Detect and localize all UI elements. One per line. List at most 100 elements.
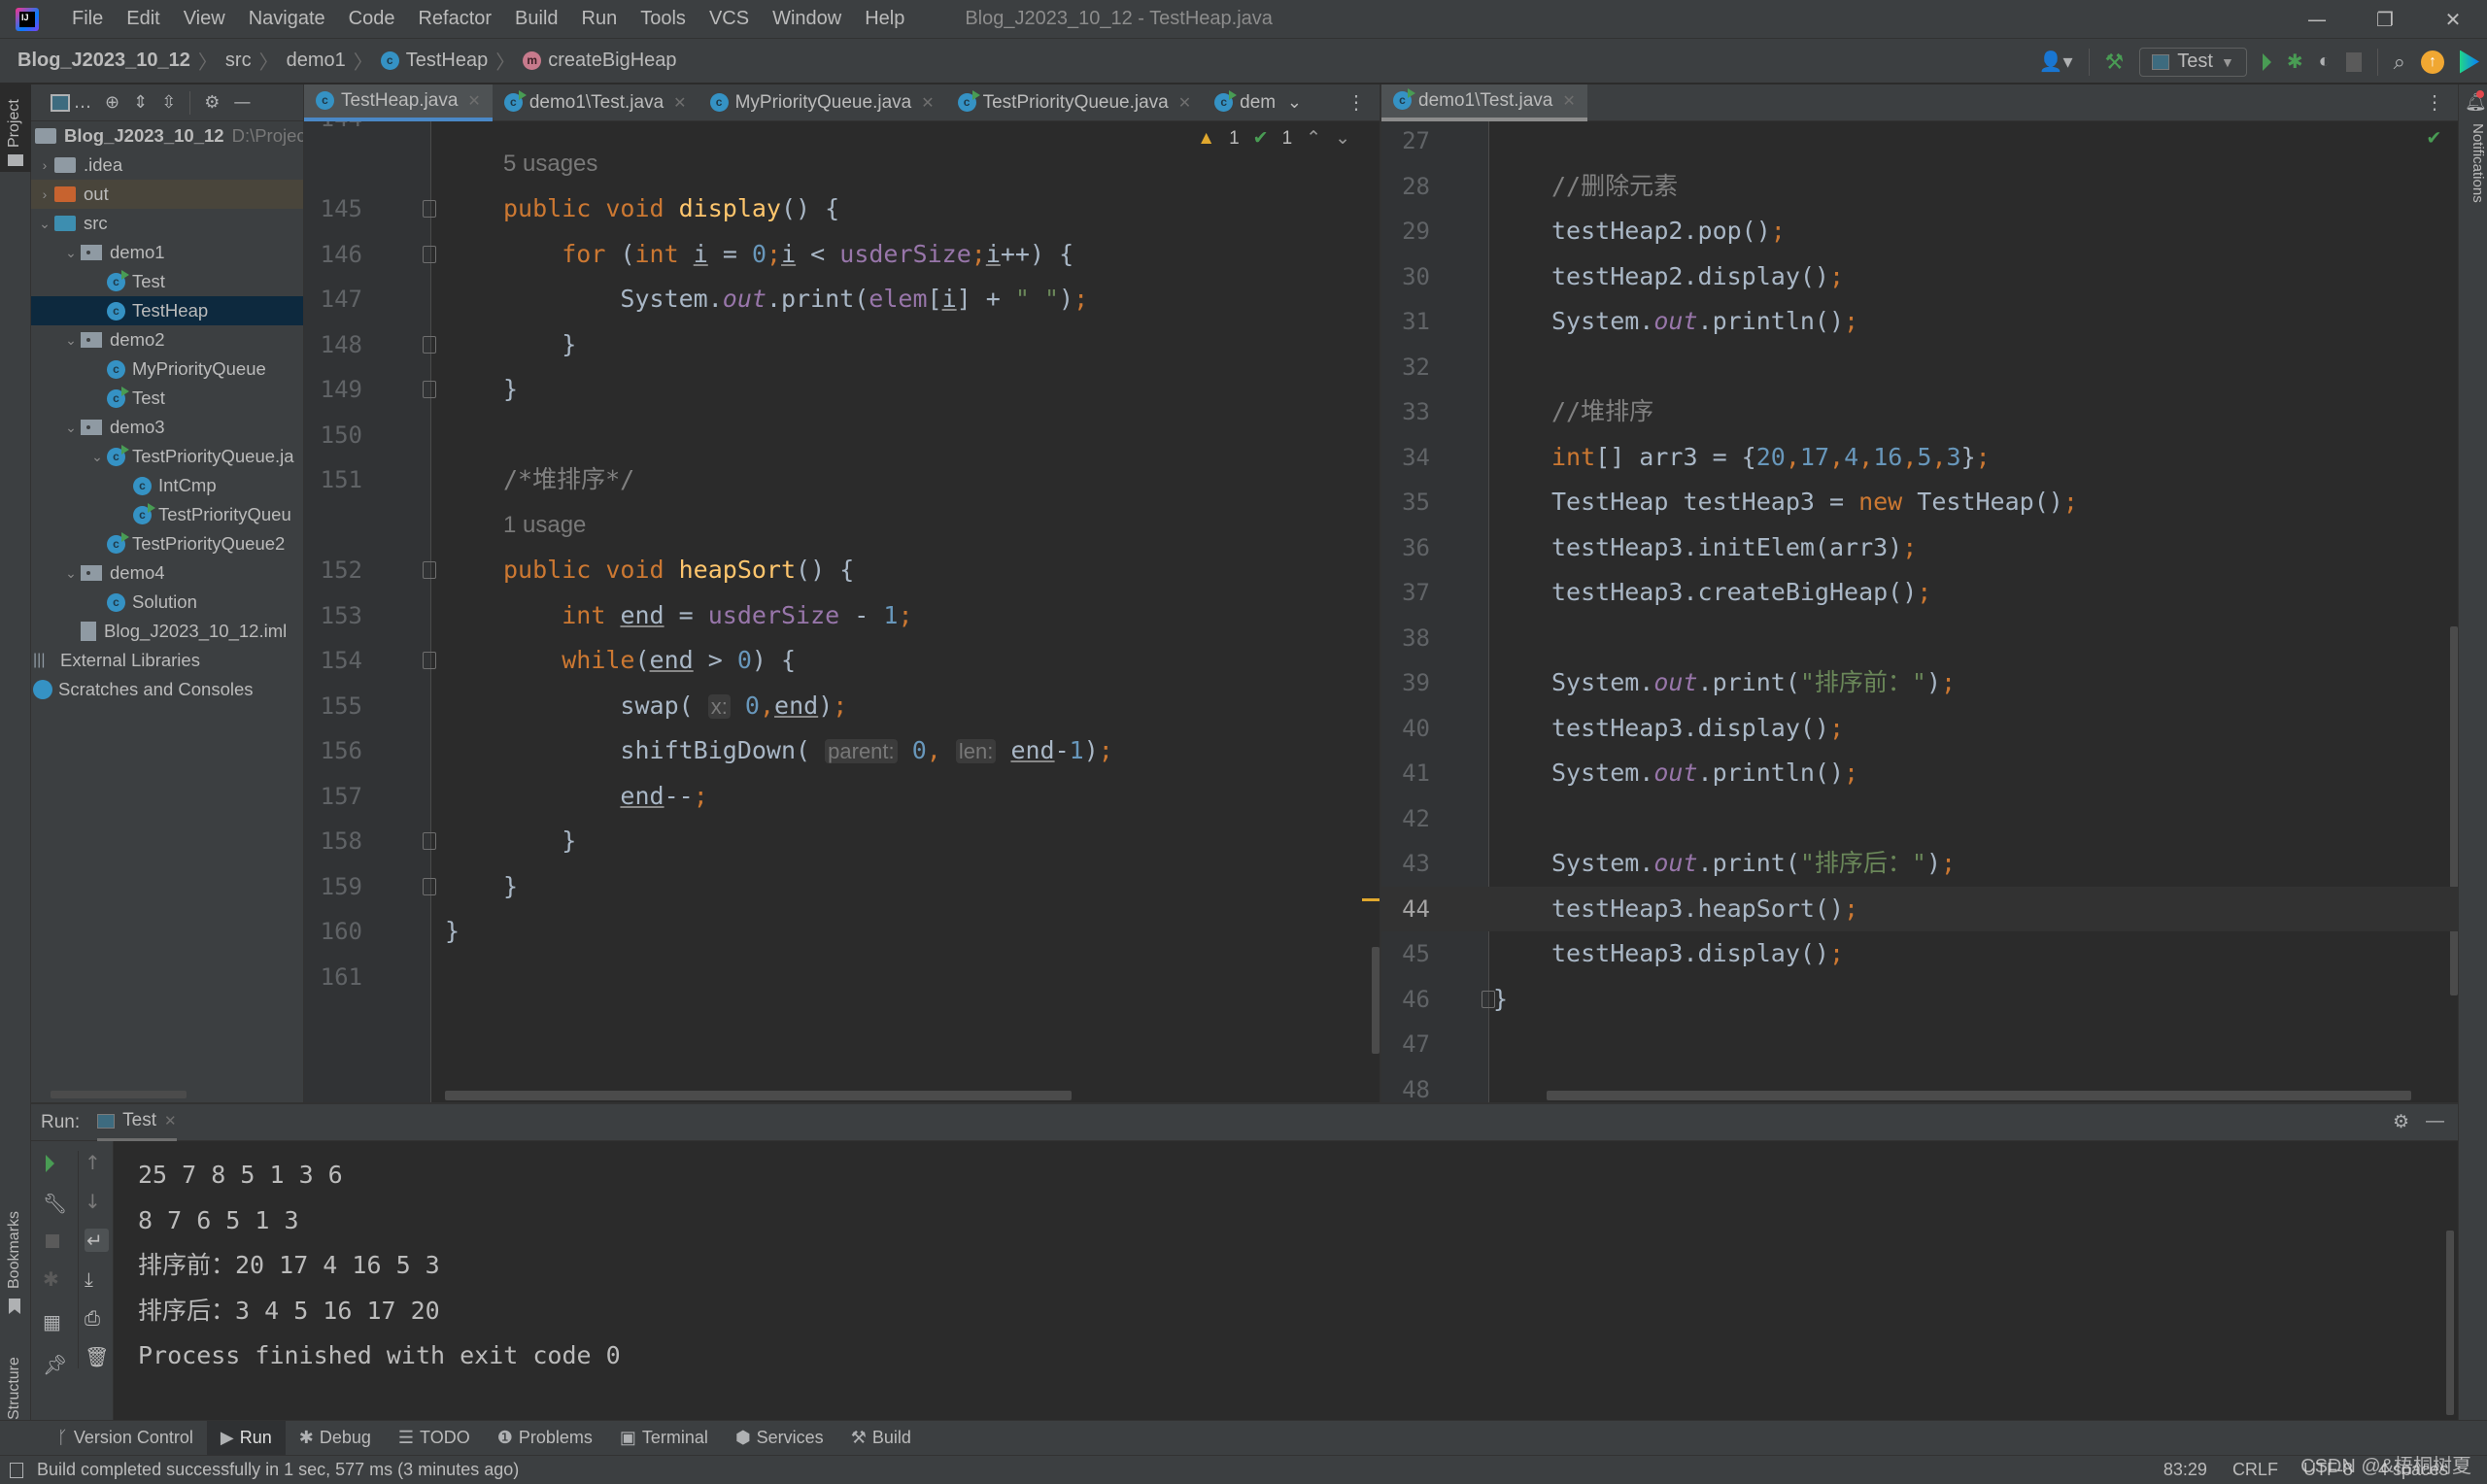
tree-node[interactable]: c Solution: [31, 588, 303, 617]
stop-icon[interactable]: [46, 1234, 59, 1248]
project-view-icon[interactable]: [51, 93, 70, 112]
code-text[interactable]: }: [503, 367, 518, 413]
menu-run[interactable]: Run: [570, 8, 630, 30]
pin-icon[interactable]: 📌︎: [43, 1353, 67, 1376]
fold-marker-icon[interactable]: [423, 652, 436, 669]
code-area-right[interactable]: ✔ 27 28//删除元素 29 testHeap2.pop(); 30 testHeap…: [1381, 121, 2458, 1102]
minimize-button[interactable]: —: [2283, 0, 2351, 39]
console-output[interactable]: 25 7 8 5 1 3 6 8 7 6 5 1 3 排序前：20 17 4 16 …: [114, 1141, 2458, 1420]
tool-tab-debug[interactable]: ✱ Debug: [286, 1421, 385, 1456]
tool-tab-run[interactable]: ▶ Run: [206, 1420, 286, 1456]
fold-marker-icon[interactable]: [423, 200, 436, 218]
close-tab-icon[interactable]: ✕: [467, 91, 480, 111]
fold-marker-icon[interactable]: [1482, 990, 1495, 1008]
code-area-left[interactable]: ▲1 ✔1 ⌃ ⌄ 1445 usages145public void disp…: [304, 121, 1380, 1102]
editor-tab[interactable]: c demo1\Test.java ✕: [493, 84, 698, 121]
run-configuration-select[interactable]: Test ▼: [2139, 47, 2247, 77]
tree-root[interactable]: Blog_J2023_10_12 D:\Project: [31, 121, 303, 151]
run-tab-test[interactable]: Test ✕: [97, 1104, 177, 1141]
code-text[interactable]: System.out.println();: [1551, 299, 1858, 345]
tree-node[interactable]: c Test: [31, 267, 303, 296]
code-text[interactable]: }: [445, 909, 460, 955]
layout-icon[interactable]: ▦: [43, 1310, 67, 1333]
line-ending[interactable]: CRLF: [2232, 1460, 2278, 1480]
code-text[interactable]: shiftBigDown( parent: 0, len: end-1);: [503, 728, 1112, 775]
tree-node[interactable]: ⌄ demo1: [31, 238, 303, 267]
code-text[interactable]: testHeap3.createBigHeap();: [1551, 570, 1931, 616]
tree-node[interactable]: ⌄ c TestPriorityQueue.ja: [31, 442, 303, 471]
chevron-right-icon[interactable]: ›: [35, 157, 54, 173]
code-text[interactable]: }: [1493, 977, 1508, 1023]
wrench-icon[interactable]: 🔧︎: [43, 1192, 67, 1215]
chevron-down-icon[interactable]: ⌄: [35, 216, 54, 232]
tree-node[interactable]: Blog_J2023_10_12.iml: [31, 617, 303, 646]
editor-tab[interactable]: c TestPriorityQueue.java ✕: [946, 84, 1204, 121]
breadcrumb-class[interactable]: c TestHeap: [380, 50, 488, 72]
editor-tab[interactable]: c MyPriorityQueue.java ✕: [698, 84, 946, 121]
code-text[interactable]: testHeap2.pop();: [1551, 209, 1786, 254]
code-text[interactable]: end--;: [503, 774, 707, 820]
tree-node[interactable]: ⌄ demo3: [31, 413, 303, 442]
print-icon[interactable]: ⎙: [85, 1306, 109, 1330]
caret-position[interactable]: 83:29: [2163, 1460, 2207, 1480]
tool-tab-services[interactable]: ⬢ Services: [722, 1421, 837, 1456]
code-text[interactable]: System.out.println();: [1551, 751, 1858, 796]
toggle-tool-windows-icon[interactable]: [10, 1462, 23, 1478]
notifications-label[interactable]: Notifications: [2470, 123, 2486, 203]
fold-marker-icon[interactable]: [423, 561, 436, 579]
more-options-icon[interactable]: ⋮: [1346, 90, 1366, 115]
code-text[interactable]: }: [503, 864, 518, 910]
code-text[interactable]: int end = usderSize - 1;: [503, 593, 912, 639]
code-text[interactable]: testHeap3.display();: [1551, 931, 1844, 977]
build-hammer-icon[interactable]: ⚒: [2105, 50, 2125, 75]
jetbrains-toolbox-icon[interactable]: [2460, 50, 2479, 74]
tree-node[interactable]: c Test: [31, 384, 303, 413]
close-tab-icon[interactable]: ✕: [1562, 91, 1575, 111]
menu-navigate[interactable]: Navigate: [237, 8, 337, 30]
show-hidden-tabs-chevron-icon[interactable]: ⌄: [1287, 92, 1302, 113]
code-text[interactable]: TestHeap testHeap3 = new TestHeap();: [1551, 480, 2078, 525]
code-text[interactable]: }: [503, 322, 576, 368]
tool-tab-build[interactable]: ⚒ Build: [837, 1421, 925, 1456]
tree-node[interactable]: c TestHeap: [31, 296, 303, 325]
fold-marker-icon[interactable]: [423, 877, 436, 895]
coverage-icon[interactable]: ◐: [2319, 51, 2331, 73]
usages-hint[interactable]: 1 usage: [503, 503, 586, 549]
code-text[interactable]: testHeap2.display();: [1551, 254, 1844, 300]
close-tab-icon[interactable]: ✕: [921, 93, 934, 113]
code-text[interactable]: int[] arr3 = {20,17,4,16,5,3};: [1551, 435, 1991, 481]
chevron-right-icon[interactable]: ›: [35, 186, 54, 202]
tool-tab-todo[interactable]: ☰ TODO: [385, 1421, 484, 1456]
fold-marker-icon[interactable]: [423, 245, 436, 263]
gear-icon[interactable]: ⚙: [204, 92, 220, 113]
tree-node[interactable]: ⌄ demo2: [31, 325, 303, 354]
soft-wrap-icon[interactable]: ↵: [85, 1229, 110, 1252]
search-icon[interactable]: ⌕: [2394, 50, 2405, 75]
console-vertical-scrollbar[interactable]: [2446, 1231, 2454, 1415]
status-message[interactable]: Build completed successfully in 1 sec, 5…: [37, 1460, 519, 1480]
menu-vcs[interactable]: VCS: [698, 8, 761, 30]
menu-file[interactable]: File: [60, 8, 115, 30]
close-tab-icon[interactable]: ✕: [164, 1112, 177, 1130]
tool-tab-problems[interactable]: ❶ Problems: [484, 1421, 606, 1456]
chevron-down-icon[interactable]: ⌄: [61, 420, 81, 436]
chevron-down-icon[interactable]: ⌄: [87, 449, 107, 465]
code-text[interactable]: testHeap3.display();: [1551, 706, 1844, 752]
menu-tools[interactable]: Tools: [629, 8, 698, 30]
tree-node[interactable]: Scratches and Consoles: [31, 675, 303, 704]
code-text[interactable]: public void heapSort() {: [503, 548, 854, 593]
code-text[interactable]: while(end > 0) {: [503, 638, 796, 684]
code-text[interactable]: System.out.print("排序后：");: [1551, 841, 1956, 887]
menu-window[interactable]: Window: [761, 8, 853, 30]
update-icon[interactable]: ↑: [2421, 50, 2444, 74]
tree-node[interactable]: › out: [31, 180, 303, 209]
code-text[interactable]: testHeap3.initElem(arr3);: [1551, 525, 1917, 571]
tool-tab-version-control[interactable]: ᚴ Version Control: [44, 1421, 207, 1456]
menu-code[interactable]: Code: [337, 8, 407, 30]
code-text[interactable]: System.out.print("排序前：");: [1551, 660, 1956, 706]
menu-build[interactable]: Build: [503, 8, 569, 30]
close-button[interactable]: ✕: [2419, 0, 2487, 39]
menu-edit[interactable]: Edit: [115, 8, 171, 30]
code-text[interactable]: }: [503, 819, 576, 864]
stop-icon[interactable]: [2345, 51, 2362, 72]
